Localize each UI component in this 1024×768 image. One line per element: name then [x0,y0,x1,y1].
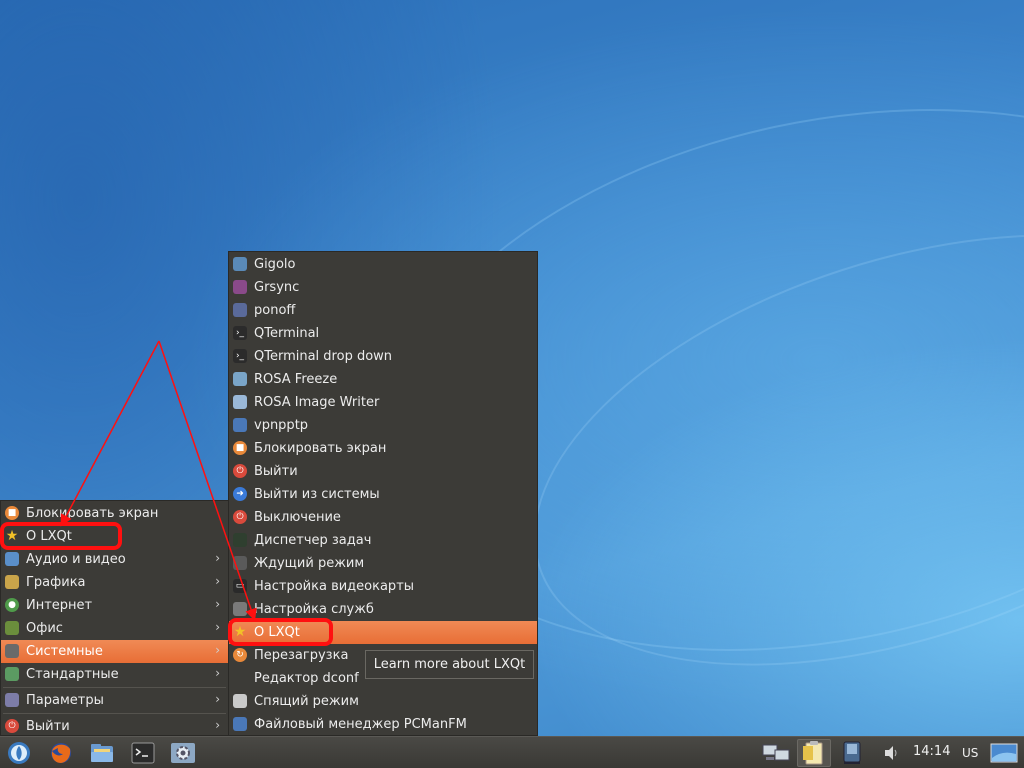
firefox-launcher[interactable] [46,739,76,767]
keyboard-layout-indicator[interactable]: US [962,746,978,760]
removable-media-icon [843,741,861,764]
terminal-launcher[interactable] [128,739,158,767]
show-desktop-icon [990,743,1018,763]
network-icon[interactable] [761,739,791,767]
network-icon [762,744,790,761]
clipboard-applet[interactable] [797,739,831,767]
settings-icon [171,743,195,763]
volume-icon [885,746,897,760]
terminal-icon [131,742,155,764]
clipboard-icon [803,741,823,765]
show-desktop-button[interactable] [988,739,1020,767]
annotation-arrows [60,340,257,621]
start-menu-button[interactable] [4,739,34,767]
file-manager-launcher[interactable] [87,739,117,767]
firefox-icon [51,743,71,763]
rosa-logo-icon [8,742,30,764]
volume-applet[interactable] [876,739,906,767]
usb-device-applet[interactable] [837,739,867,767]
annotation-arrow [60,340,160,527]
folder-icon [91,744,113,762]
clock[interactable]: 14:14 [913,744,950,759]
taskbar: 14:14 US [0,736,1024,768]
annotation-arrow [158,340,257,621]
settings-launcher[interactable] [168,739,198,767]
